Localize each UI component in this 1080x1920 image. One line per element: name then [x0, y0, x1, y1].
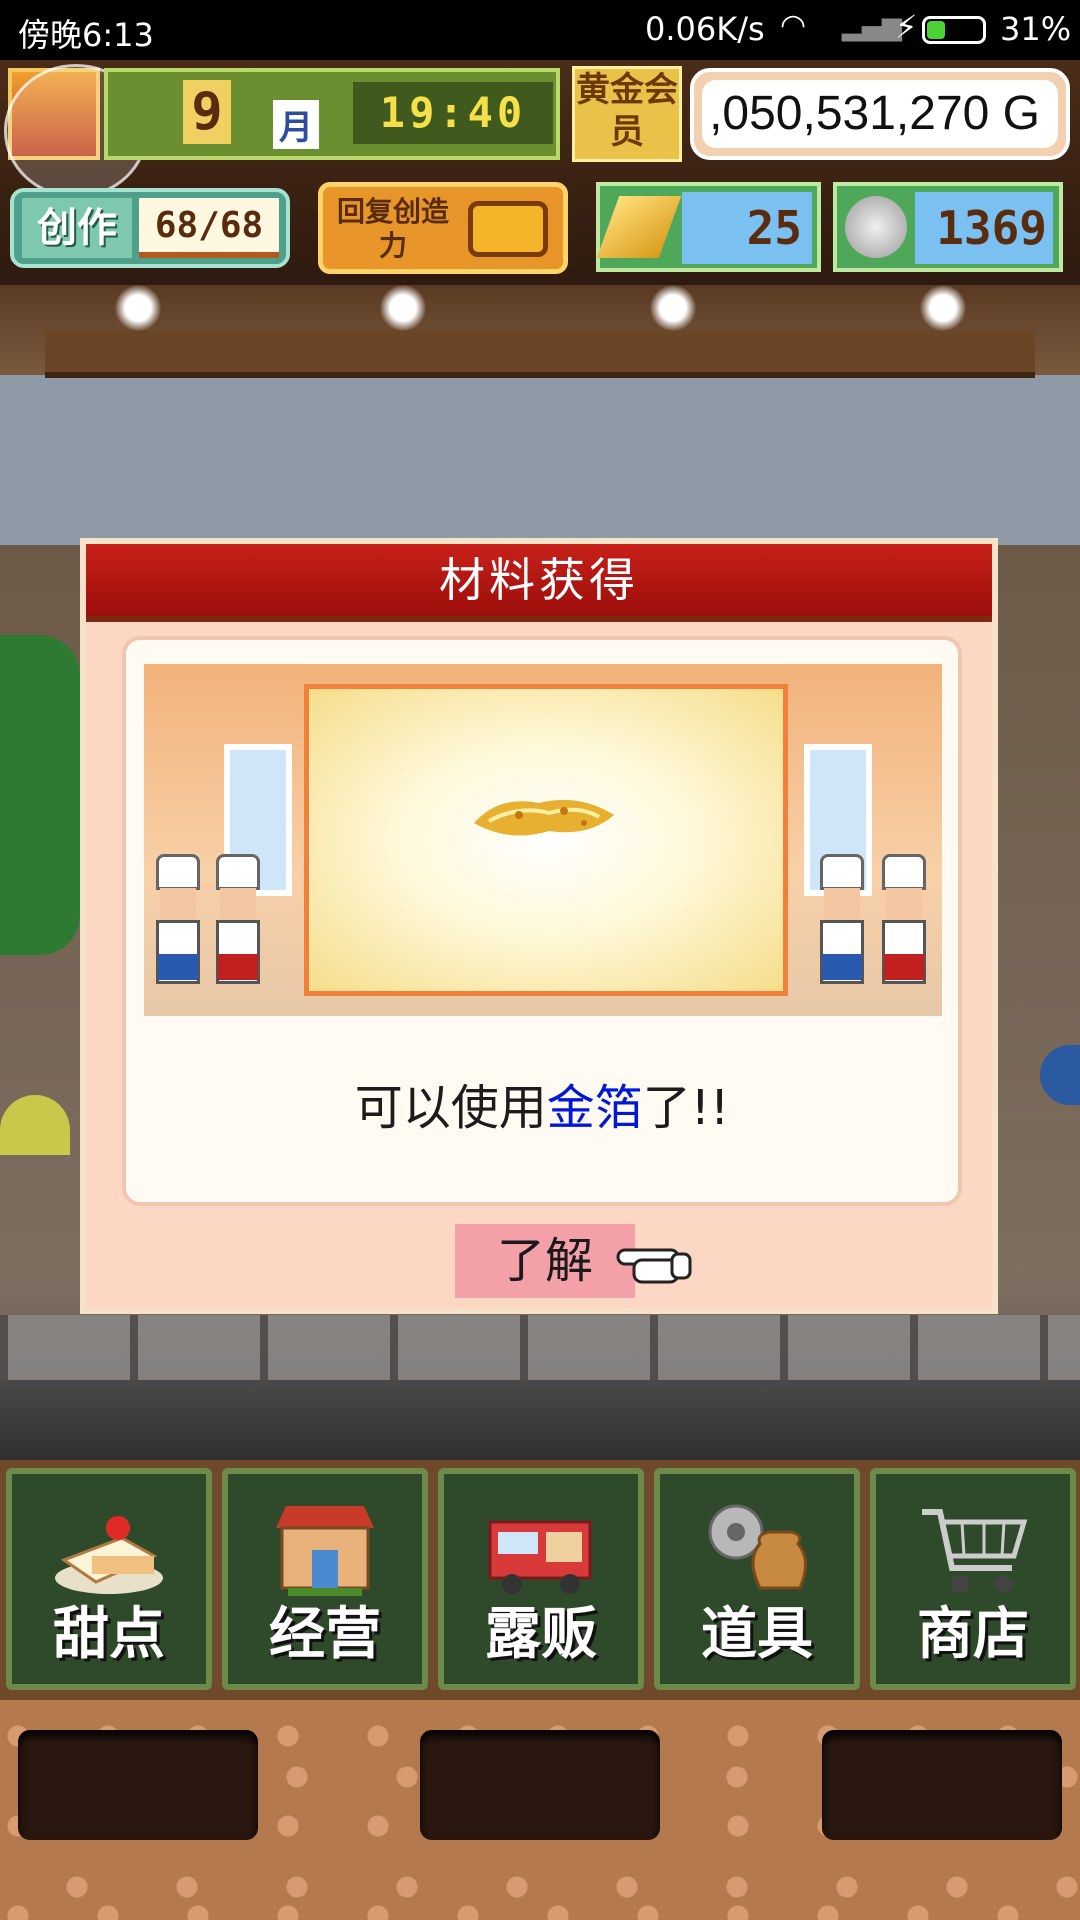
battery-percent: 31% [1000, 10, 1072, 48]
gold-leaf-icon [474, 799, 614, 836]
item-reveal-frame [304, 684, 788, 996]
shop-beam [45, 330, 1035, 378]
tray-slot[interactable] [420, 1730, 660, 1840]
money-value: ,050,531,270 G [702, 80, 1058, 148]
month-number: 9 [183, 80, 231, 144]
dialog-title: 材料获得 [439, 553, 639, 607]
recover-creativity-button[interactable]: 回复创造力 [318, 182, 568, 274]
item-name: 金箔 [546, 1080, 643, 1136]
gold-bar-icon [596, 196, 682, 258]
status-time: 傍晚6:13 [18, 16, 154, 54]
kitchen-illustration [144, 664, 942, 1016]
create-points: 创作 68/68 [10, 188, 290, 268]
nav-manage-button[interactable]: 经营 [222, 1468, 428, 1690]
chef-character [876, 854, 932, 984]
bush [1040, 1045, 1080, 1105]
recover-label: 回复创造力 [336, 195, 449, 262]
chef-character [210, 854, 266, 984]
money-display: ,050,531,270 G [690, 68, 1070, 160]
lamp-icon [920, 285, 966, 331]
lamp-icon [115, 285, 161, 331]
chef-character [150, 854, 206, 984]
pointing-hand-icon [616, 1248, 692, 1284]
cart-icon [922, 1509, 1028, 1593]
ok-button[interactable]: 了解 [455, 1224, 635, 1298]
charging-icon: ⚡ [895, 8, 918, 46]
shop-icon [276, 1506, 374, 1596]
road [0, 1380, 1080, 1460]
customer-umbrella [0, 1095, 70, 1155]
tray-slot[interactable] [822, 1730, 1062, 1840]
material-obtained-dialog: 材料获得 可以使用金箔了!! 了解 [80, 538, 998, 1314]
items-bag-icon [708, 1504, 807, 1590]
medal-counter[interactable]: 1369 [833, 182, 1063, 272]
medal-icon [845, 196, 907, 258]
cake-icon [55, 1516, 163, 1594]
message-suffix: 了!! [642, 1080, 730, 1136]
lamp-icon [650, 285, 696, 331]
food-truck-icon [488, 1520, 592, 1594]
dialog-message: 可以使用金箔了!! [126, 1068, 958, 1138]
medal-count: 1369 [915, 192, 1053, 264]
nav-items-button[interactable]: 道具 [654, 1468, 860, 1690]
date-time-bar: 9 月 19:40 [104, 68, 560, 160]
tv-icon [468, 201, 548, 257]
nav-store-button[interactable]: 商店 [870, 1468, 1076, 1690]
status-bar: 傍晚6:13 0.06K/s ◠ ▂▄▆ ⚡ 31% [0, 0, 1080, 60]
dialog-content: 可以使用金箔了!! [122, 636, 962, 1206]
nav-label: 商店 [917, 1602, 1029, 1667]
nav-label: 甜点 [53, 1602, 165, 1667]
nav-label: 露贩 [485, 1602, 597, 1667]
network-speed: 0.06K/s [645, 10, 765, 48]
bottom-nav: 甜点 经营 露贩 道具 商店 [0, 1460, 1080, 1700]
fence [0, 1315, 1080, 1385]
chef-character [814, 854, 870, 984]
nav-stall-button[interactable]: 露贩 [438, 1468, 644, 1690]
gold-bar-count: 25 [682, 192, 812, 264]
lamp-icon [380, 285, 426, 331]
tree [0, 635, 80, 955]
message-prefix: 可以使用 [354, 1080, 547, 1136]
nav-dessert-button[interactable]: 甜点 [6, 1468, 212, 1690]
create-label: 创作 [22, 198, 132, 258]
tray-slot[interactable] [18, 1730, 258, 1840]
game-hud: 9 月 19:40 黄金会员 ,050,531,270 G 创作 68/68 回… [0, 60, 1080, 285]
nav-label: 经营 [269, 1602, 381, 1667]
create-value: 68/68 [139, 198, 279, 258]
nav-label: 道具 [701, 1602, 813, 1667]
dialog-header: 材料获得 [86, 544, 992, 622]
month-label: 月 [273, 100, 319, 149]
signal-icon: ▂▄▆ [842, 12, 902, 42]
wifi-icon: ◠ [780, 8, 807, 43]
bottom-tray [0, 1700, 1080, 1920]
gold-bar-counter[interactable]: 25 [596, 182, 821, 272]
gold-member-badge[interactable]: 黄金会员 [572, 66, 682, 162]
game-clock: 19:40 [353, 82, 553, 144]
battery-icon [922, 16, 986, 44]
